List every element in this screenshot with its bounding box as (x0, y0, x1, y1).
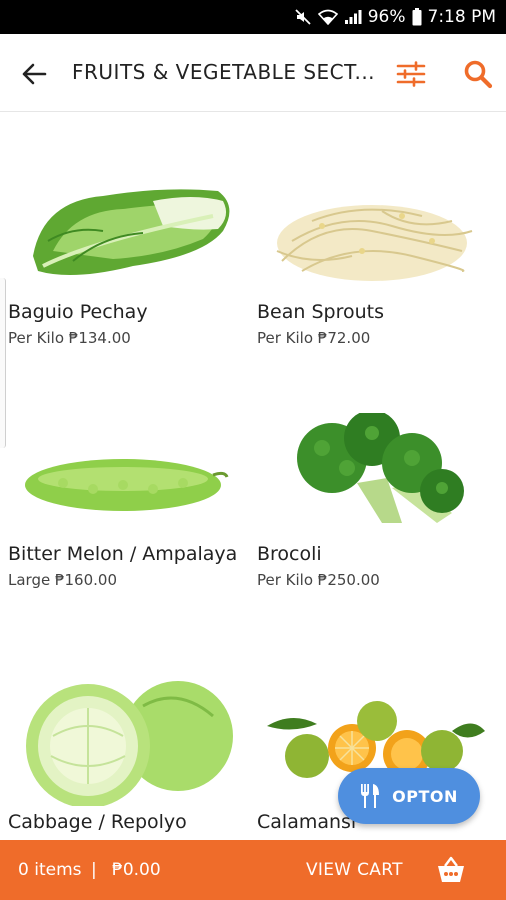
product-name: Bean Sprouts (257, 301, 384, 323)
product-price: Per Kilo ₱250.00 (257, 571, 380, 589)
cart-total: ₱0.00 (112, 860, 161, 880)
product-name: Cabbage / Repolyo (8, 811, 187, 833)
product-price: Per Kilo ₱72.00 (257, 329, 371, 347)
product-name: Brocoli (257, 543, 322, 565)
opton-button[interactable]: OPTON (338, 768, 480, 824)
clock: 7:18 PM (427, 7, 497, 27)
product-price: Large ₱160.00 (8, 571, 117, 589)
page-title: FRUITS & VEGETABLE SECT... (72, 60, 376, 84)
wifi-icon (317, 9, 338, 25)
cart-item-count: 0 items (18, 860, 82, 880)
bean-sprouts-image (257, 171, 487, 291)
fork-knife-icon (361, 784, 380, 808)
cart-separator: | (91, 860, 97, 880)
product-grid: Baguio Pechay Per Kilo ₱134.00 Bean Spro… (0, 113, 506, 840)
cart-bar[interactable]: 0 items | ₱0.00 VIEW CART (0, 840, 506, 900)
product-card-bitter-melon[interactable]: Bitter Melon / Ampalaya Large ₱160.00 (8, 413, 248, 590)
product-price: Per Kilo ₱134.00 (8, 329, 131, 347)
back-button[interactable] (16, 58, 52, 90)
product-card-baguio-pechay[interactable]: Baguio Pechay Per Kilo ₱134.00 (8, 171, 248, 348)
battery-percent: 96% (367, 7, 406, 27)
product-name: Bitter Melon / Ampalaya (8, 543, 238, 565)
mute-icon (294, 8, 312, 26)
basket-icon[interactable] (436, 856, 466, 884)
product-card-brocoli[interactable]: Brocoli Per Kilo ₱250.00 (257, 413, 497, 590)
product-name: Baguio Pechay (8, 301, 148, 323)
view-cart-button[interactable]: VIEW CART (306, 860, 403, 880)
bitter-melon-image (8, 413, 238, 533)
product-card-cabbage[interactable]: Cabbage / Repolyo (8, 681, 248, 838)
app-bar: FRUITS & VEGETABLE SECT... (0, 34, 506, 112)
filter-sliders-icon (396, 61, 426, 87)
product-card-bean-sprouts[interactable]: Bean Sprouts Per Kilo ₱72.00 (257, 171, 497, 348)
battery-icon (412, 8, 422, 26)
back-arrow-icon (22, 63, 47, 85)
search-icon (464, 60, 493, 89)
pechay-image (8, 171, 238, 291)
search-button[interactable] (460, 56, 496, 92)
broccoli-image (257, 413, 487, 533)
filter-button[interactable] (393, 56, 429, 92)
status-bar: 96% 7:18 PM (0, 0, 506, 34)
cabbage-image (8, 681, 238, 806)
screen: 96% 7:18 PM FRUITS & VEGETABLE SECT... B… (0, 0, 506, 900)
fab-label: OPTON (392, 786, 458, 806)
signal-icon (344, 9, 362, 25)
